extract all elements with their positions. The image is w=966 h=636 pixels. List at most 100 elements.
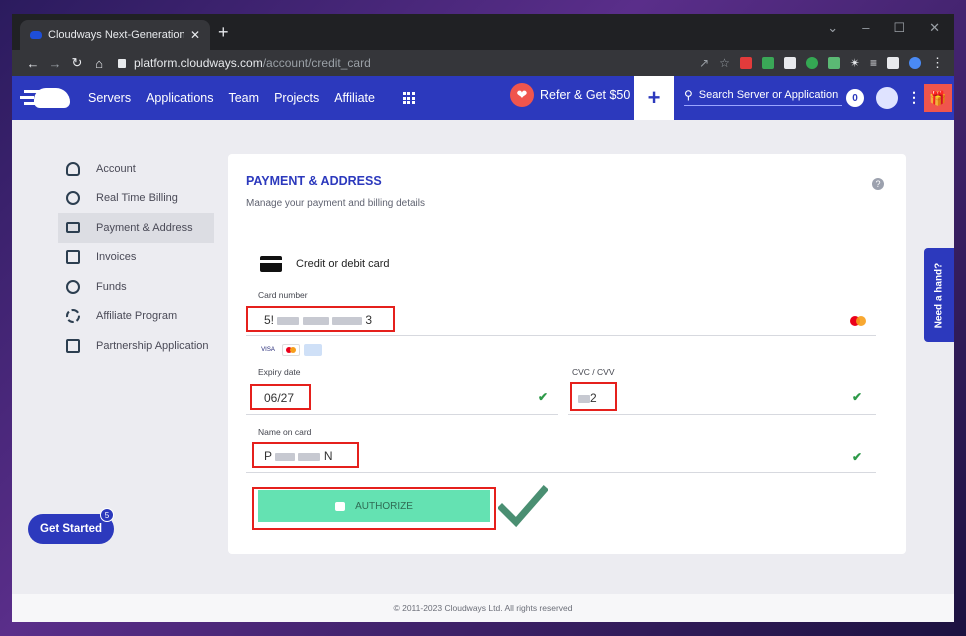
reload-icon[interactable]: ↻: [66, 55, 88, 71]
minimize-button[interactable]: –: [862, 20, 869, 36]
notification-badge[interactable]: 0: [846, 89, 864, 107]
chevron-down-icon[interactable]: ⌄: [827, 20, 838, 36]
main-nav: Servers Applications Team Projects Affil…: [88, 91, 375, 105]
cloudways-favicon-icon: [30, 31, 42, 39]
authorize-button[interactable]: AUTHORIZE: [258, 490, 490, 522]
browser-tab[interactable]: Cloudways Next-Generation Clé ✕: [20, 20, 210, 50]
clock-icon: [66, 191, 80, 206]
app-header: Servers Applications Team Projects Affil…: [12, 76, 954, 120]
profile-icon[interactable]: [909, 57, 921, 69]
tab-title: Cloudways Next-Generation Clé: [48, 29, 184, 41]
sidebar-item-funds[interactable]: Funds: [58, 272, 214, 302]
sidebar-item-label: Funds: [96, 280, 127, 293]
success-check-icon: [498, 485, 548, 528]
sidebar-item-real-time-billing[interactable]: Real Time Billing: [58, 184, 214, 214]
nav-team[interactable]: Team: [228, 91, 259, 105]
help-icon[interactable]: ?: [872, 178, 884, 190]
extension-green-icon[interactable]: [761, 57, 774, 69]
payment-method-option[interactable]: Credit or debit card: [260, 256, 390, 272]
user-icon: [66, 161, 80, 176]
sidebar-item-label: Invoices: [96, 251, 137, 264]
sidebar-item-label: Partnership Application: [96, 339, 209, 352]
side-panel-icon[interactable]: [887, 57, 899, 69]
nav-servers[interactable]: Servers: [88, 91, 131, 105]
visa-icon: VISA: [261, 347, 275, 353]
refer-button[interactable]: ❤ Refer & Get $50: [510, 83, 630, 107]
partnership-icon: [66, 338, 80, 353]
expiry-underline: [246, 414, 558, 415]
sidebar-item-affiliate-program[interactable]: Affiliate Program: [58, 302, 214, 332]
credit-card-icon: [260, 256, 282, 272]
gift-icon[interactable]: 🎁: [924, 84, 952, 112]
back-arrow-icon[interactable]: ←: [22, 56, 44, 71]
name-underline: [246, 472, 876, 473]
name-valid-check-icon: ✔: [852, 450, 863, 464]
copyright-text: © 2011-2023 Cloudways Ltd. All rights re…: [393, 603, 573, 613]
card-number-underline: [246, 335, 876, 336]
cvc-valid-check-icon: ✔: [852, 390, 863, 404]
nav-applications[interactable]: Applications: [146, 91, 213, 105]
sidebar-item-account[interactable]: Account: [58, 154, 214, 184]
url-path: /account/credit_card: [262, 56, 371, 70]
forward-arrow-icon[interactable]: →: [44, 56, 66, 71]
card-number-field[interactable]: 5! 3: [264, 313, 372, 327]
apps-grid-icon[interactable]: [402, 92, 415, 104]
authorize-label: AUTHORIZE: [355, 500, 413, 512]
page-subtitle: Manage your payment and billing details: [246, 198, 425, 209]
sidebar-item-label: Real Time Billing: [96, 192, 178, 205]
extension-leaf-icon[interactable]: [805, 57, 818, 69]
expiry-label: Expiry date: [258, 367, 301, 377]
browser-window: Cloudways Next-Generation Clé ✕ + ⌄ – ☐ …: [12, 14, 954, 622]
more-menu-icon[interactable]: ⋮: [907, 89, 921, 106]
refer-label: Refer & Get $50: [540, 88, 631, 102]
amex-icon: [304, 344, 322, 356]
maximize-button[interactable]: ☐: [893, 20, 905, 36]
search-placeholder: Search Server or Application: [698, 89, 839, 101]
expiry-field[interactable]: 06/27: [264, 391, 294, 405]
close-window-button[interactable]: ✕: [929, 20, 940, 36]
add-button[interactable]: +: [634, 76, 674, 120]
new-tab-button[interactable]: +: [218, 22, 229, 43]
cvc-label: CVC / CVV: [572, 367, 615, 377]
tab-strip: Cloudways Next-Generation Clé ✕ + ⌄ – ☐ …: [12, 14, 954, 50]
search-input[interactable]: ⚲ Search Server or Application: [684, 88, 842, 106]
lock-icon: [335, 501, 346, 511]
star-icon[interactable]: ☆: [719, 56, 730, 70]
tab-close-icon[interactable]: ✕: [190, 28, 200, 42]
extension-shield-icon[interactable]: [827, 57, 840, 69]
need-a-hand-button[interactable]: Need a hand?: [924, 248, 954, 342]
name-on-card-field[interactable]: P N: [264, 449, 333, 463]
url-field[interactable]: platform.cloudways.com/account/credit_ca…: [118, 56, 598, 70]
extension-download-icon[interactable]: [783, 57, 796, 69]
card-number-label: Card number: [258, 290, 308, 300]
sidebar-item-invoices[interactable]: Invoices: [58, 243, 214, 273]
dollar-icon: [66, 279, 80, 294]
get-started-badge: 5: [100, 508, 114, 522]
reading-list-icon[interactable]: ≡: [870, 56, 877, 70]
puzzle-icon[interactable]: ✴: [850, 56, 860, 70]
cvc-field[interactable]: 2: [578, 391, 597, 405]
cloudways-logo-icon[interactable]: [18, 76, 74, 120]
sidebar-item-label: Affiliate Program: [96, 310, 178, 323]
window-controls: ⌄ – ☐ ✕: [827, 20, 940, 36]
mastercard-brand-icon: [282, 344, 300, 356]
lock-icon: [118, 58, 126, 68]
nav-affiliate[interactable]: Affiliate: [334, 91, 375, 105]
home-icon[interactable]: ⌂: [88, 56, 110, 71]
account-sidebar: Account Real Time Billing Payment & Addr…: [58, 154, 214, 361]
target-icon: [66, 309, 80, 324]
page-title: PAYMENT & ADDRESS: [246, 174, 382, 188]
extension-icons: ↗ ☆ ✴ ≡ ⋮: [699, 55, 944, 71]
extension-red-icon[interactable]: [739, 57, 752, 69]
share-icon[interactable]: ↗: [699, 56, 709, 70]
mastercard-icon: [850, 316, 866, 326]
payment-card: PAYMENT & ADDRESS Manage your payment an…: [228, 154, 906, 554]
avatar[interactable]: [876, 87, 898, 109]
browser-menu-icon[interactable]: ⋮: [931, 55, 944, 71]
sidebar-item-label: Payment & Address: [96, 221, 193, 234]
sidebar-item-partnership-application[interactable]: Partnership Application: [58, 331, 214, 361]
sidebar-item-payment-address[interactable]: Payment & Address: [58, 213, 214, 243]
name-label: Name on card: [258, 427, 312, 437]
url-host: platform.cloudways.com: [134, 56, 263, 70]
nav-projects[interactable]: Projects: [274, 91, 319, 105]
